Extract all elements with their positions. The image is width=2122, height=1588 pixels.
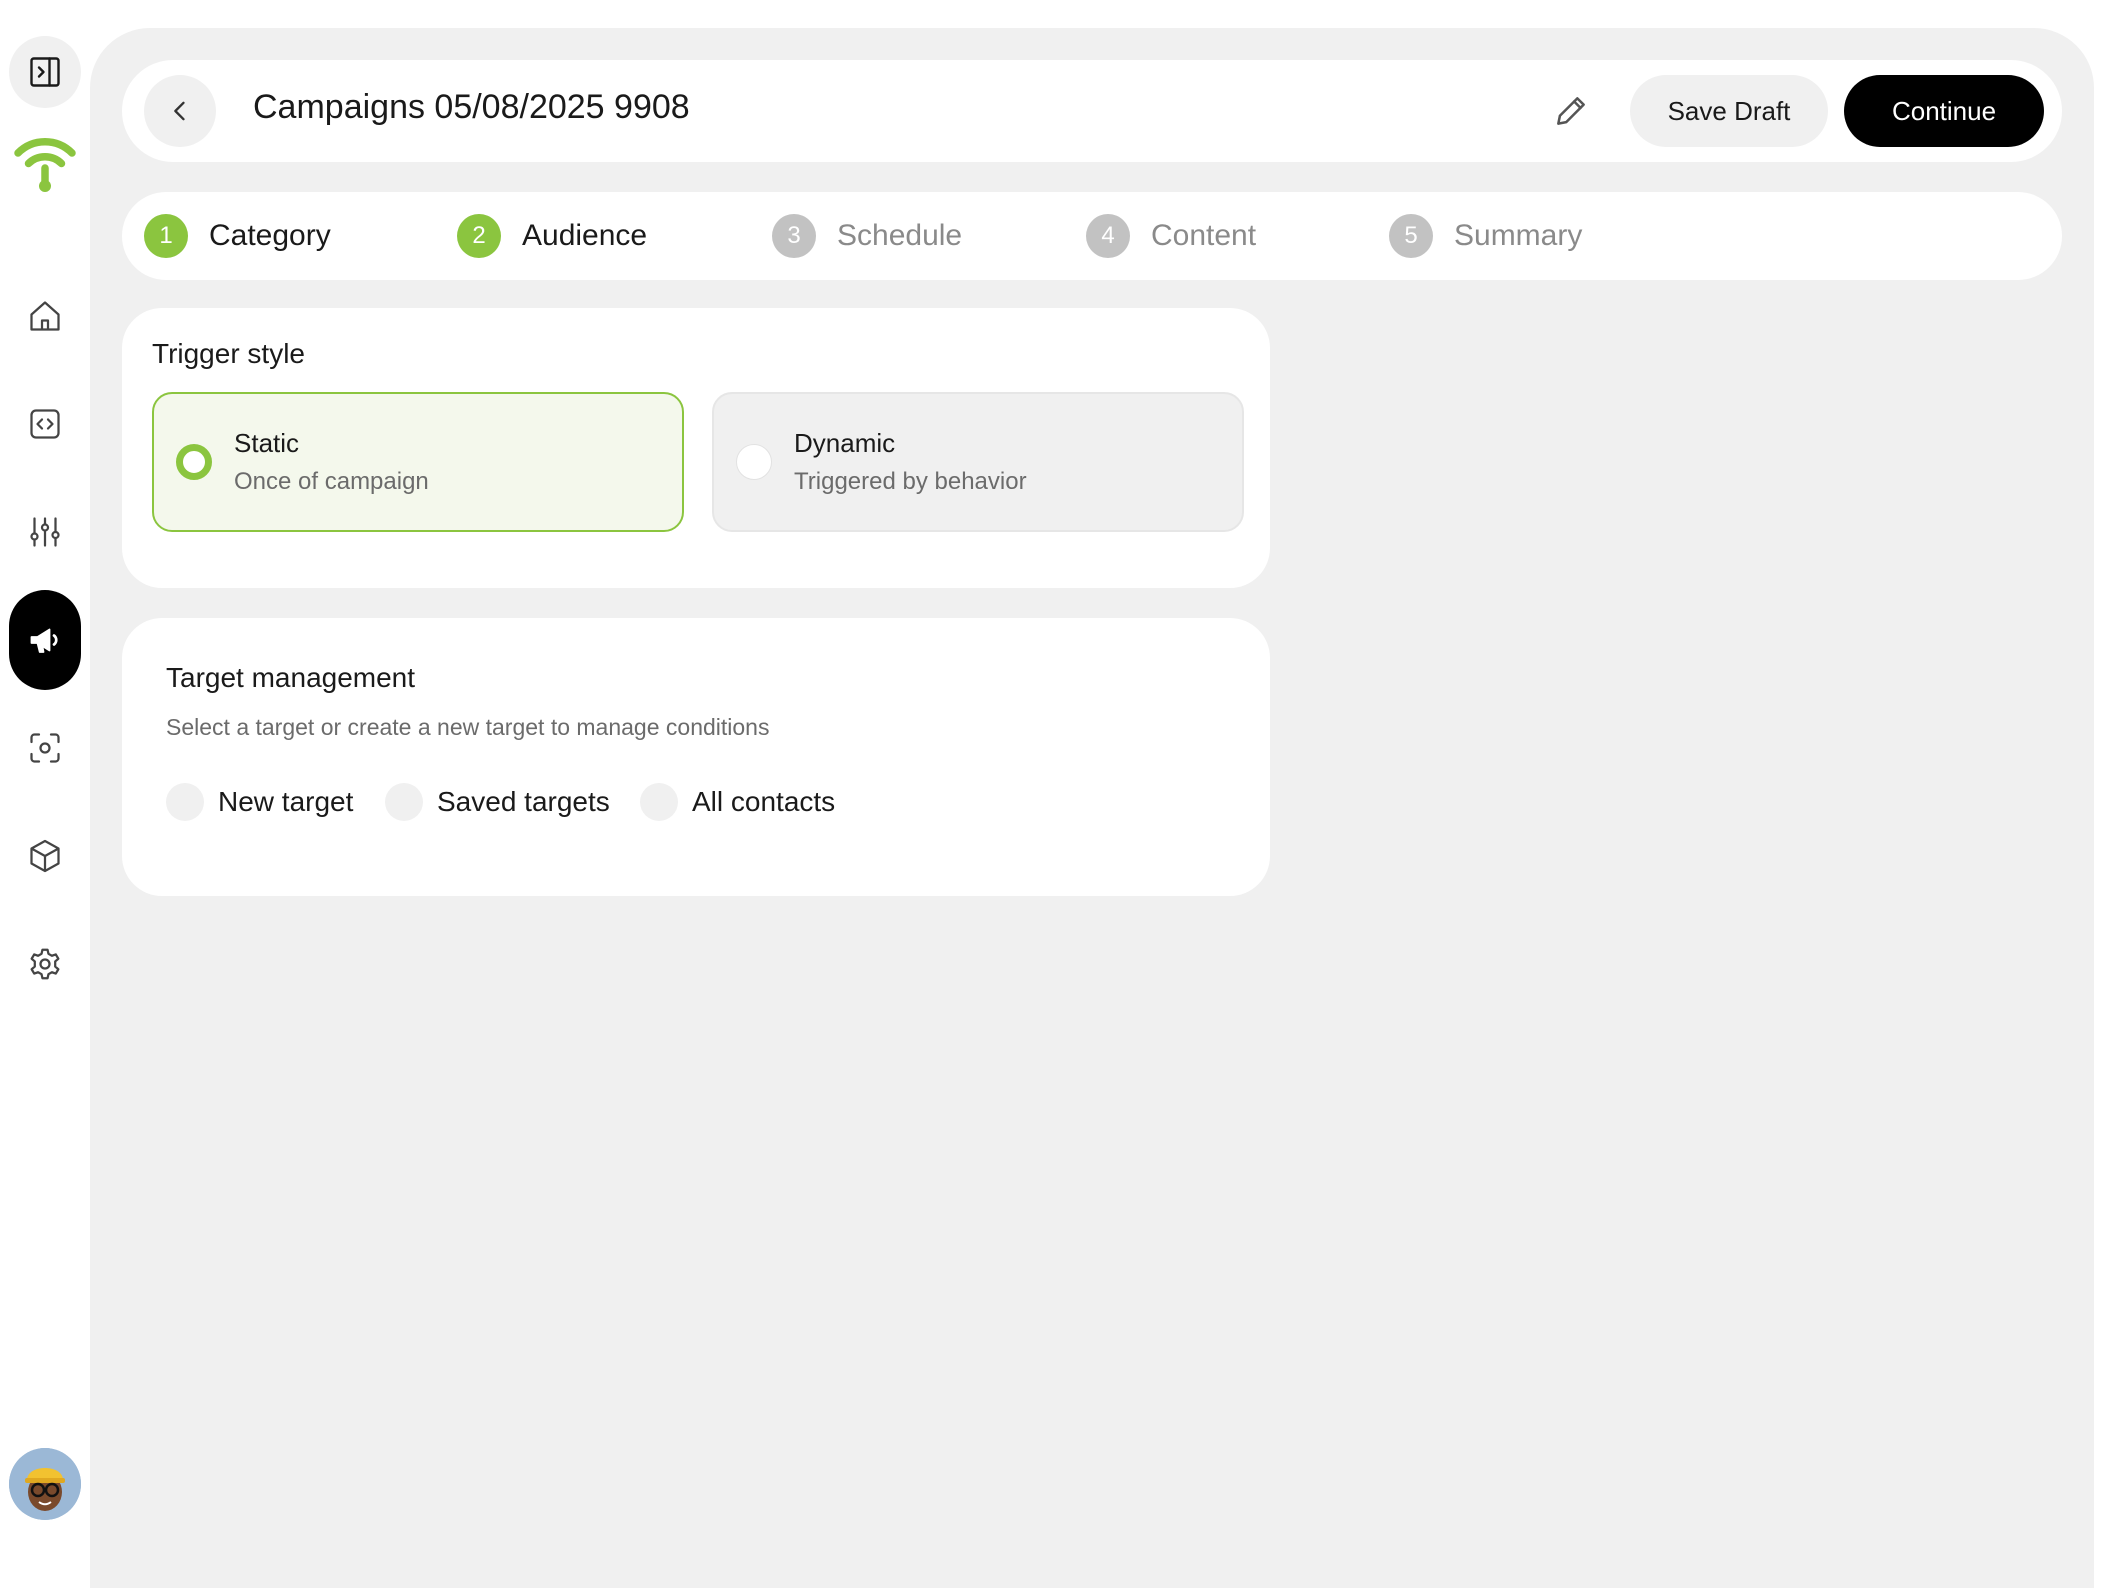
option-label: New target — [218, 786, 354, 817]
edit-title-button[interactable] — [1548, 88, 1594, 134]
scan-icon — [30, 733, 60, 763]
trigger-style-title: Trigger style — [152, 338, 306, 369]
step-label: Audience — [522, 219, 648, 252]
wifi-logo-icon — [14, 138, 76, 192]
megaphone-icon — [30, 628, 58, 653]
pencil-icon — [1557, 97, 1585, 125]
radio-selected[interactable] — [176, 444, 212, 480]
home-icon — [30, 301, 60, 331]
nav-settings-sliders[interactable] — [9, 496, 81, 568]
step-summary[interactable]: 5 Summary — [1389, 192, 1582, 280]
step-number: 2 — [457, 214, 501, 258]
option-subtitle: Once of campaign — [234, 468, 429, 495]
box-icon — [30, 839, 60, 873]
save-draft-button[interactable]: Save Draft — [1630, 75, 1828, 147]
step-label: Summary — [1454, 219, 1583, 252]
header-bar: Campaigns 05/08/2025 9908 Save Draft Con… — [122, 60, 2062, 162]
trigger-option-static[interactable]: Static Once of campaign — [152, 392, 684, 532]
option-label: Saved targets — [437, 786, 610, 817]
target-management-subtitle: Select a target or create a new target t… — [166, 714, 770, 740]
radio-unselected[interactable] — [166, 783, 204, 821]
option-title: Static — [234, 428, 300, 458]
step-label: Schedule — [837, 219, 963, 252]
avatar-icon — [9, 1448, 81, 1520]
sidebar-toggle-button[interactable] — [9, 36, 81, 108]
target-management-card: Target management Select a target or cre… — [122, 618, 1270, 896]
step-number: 1 — [144, 214, 188, 258]
nav-products[interactable] — [9, 820, 81, 892]
step-category[interactable]: 1 Category — [144, 192, 331, 280]
option-subtitle: Triggered by behavior — [794, 468, 1027, 495]
collapse-icon — [30, 57, 60, 87]
option-title: Dynamic — [794, 428, 896, 458]
target-management-title: Target management — [166, 662, 416, 693]
stepper: 1 Category 2 Audience 3 Schedule 4 Conte… — [122, 192, 2062, 280]
back-button[interactable] — [144, 75, 216, 147]
main-panel: Campaigns 05/08/2025 9908 Save Draft Con… — [90, 28, 2094, 1588]
target-option-new[interactable]: New target — [166, 782, 353, 822]
target-option-saved[interactable]: Saved targets — [385, 782, 610, 822]
nav-home[interactable] — [9, 280, 81, 352]
nav-campaigns[interactable] — [9, 590, 81, 690]
trigger-style-card: Trigger style Static Once of campaign Dy… — [122, 308, 1270, 588]
step-number: 3 — [772, 214, 816, 258]
step-number: 4 — [1086, 214, 1130, 258]
nav-settings[interactable] — [9, 928, 81, 1000]
nav-scan[interactable] — [9, 712, 81, 784]
gear-icon — [30, 948, 60, 980]
step-label: Content — [1151, 219, 1257, 252]
radio-unselected[interactable] — [736, 444, 772, 480]
radio-unselected[interactable] — [385, 783, 423, 821]
radio-unselected[interactable] — [640, 783, 678, 821]
nav-code[interactable] — [9, 388, 81, 460]
option-label: All contacts — [692, 786, 836, 817]
trigger-option-dynamic[interactable]: Dynamic Triggered by behavior — [712, 392, 1244, 532]
sliders-icon — [30, 517, 60, 547]
code-icon — [30, 409, 60, 439]
sidebar — [0, 0, 90, 1556]
chevron-left-icon — [174, 101, 185, 121]
continue-button[interactable]: Continue — [1844, 75, 2044, 147]
step-schedule[interactable]: 3 Schedule — [772, 192, 962, 280]
step-number: 5 — [1389, 214, 1433, 258]
brand-logo[interactable] — [9, 126, 81, 198]
step-label: Category — [209, 219, 331, 252]
step-audience[interactable]: 2 Audience — [457, 192, 647, 280]
page-title: Campaigns 05/08/2025 9908 — [253, 88, 690, 126]
user-avatar[interactable] — [9, 1448, 81, 1520]
target-option-all-contacts[interactable]: All contacts — [640, 782, 835, 822]
step-content[interactable]: 4 Content — [1086, 192, 1256, 280]
